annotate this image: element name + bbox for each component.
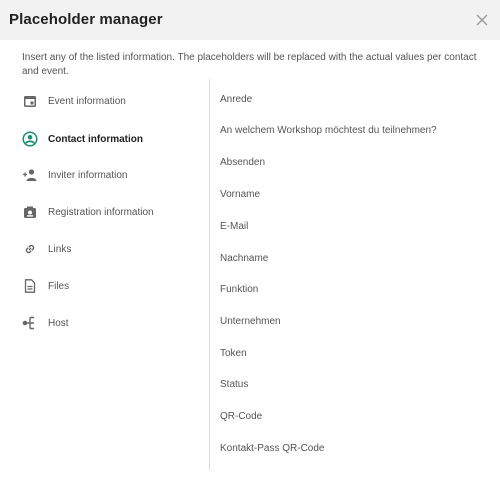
category-links[interactable]: Links: [14, 236, 204, 262]
host-tree-icon: [22, 315, 38, 331]
placeholder-item[interactable]: Vorname: [220, 189, 260, 200]
placeholder-item[interactable]: Nachname: [220, 253, 268, 264]
registration-card-icon: [22, 204, 38, 220]
placeholder-item[interactable]: Status: [220, 379, 248, 390]
link-icon: [22, 241, 38, 257]
person-add-icon: [22, 167, 38, 183]
category-label: Registration information: [48, 206, 154, 218]
category-label: Links: [48, 243, 72, 255]
category-label: Event information: [48, 95, 126, 107]
category-label: Contact information: [48, 133, 143, 145]
placeholder-item[interactable]: Token: [220, 348, 247, 359]
account-circle-icon: [22, 131, 38, 147]
placeholder-item[interactable]: Absenden: [220, 157, 265, 168]
dialog-header: Placeholder manager: [0, 0, 500, 40]
category-label: Host: [48, 317, 69, 329]
category-contact-information[interactable]: Contact information: [14, 126, 204, 152]
category-label: Inviter information: [48, 169, 128, 181]
calendar-icon: [22, 93, 38, 109]
category-registration-information[interactable]: Registration information: [14, 199, 204, 225]
dialog-description: Insert any of the listed information. Th…: [22, 52, 477, 77]
category-host[interactable]: Host: [14, 310, 204, 336]
category-files[interactable]: Files: [14, 273, 204, 299]
placeholder-item[interactable]: Kontakt-Pass QR-Code: [220, 443, 325, 454]
placeholder-item[interactable]: E-Mail: [220, 221, 248, 232]
category-inviter-information[interactable]: Inviter information: [14, 162, 204, 188]
category-label: Files: [48, 280, 70, 292]
dialog-title: Placeholder manager: [9, 11, 163, 28]
placeholder-item[interactable]: An welchem Workshop möchtest du teilnehm…: [220, 125, 437, 136]
category-event-information[interactable]: Event information: [14, 88, 204, 114]
placeholder-item[interactable]: Anrede: [220, 94, 252, 105]
file-icon: [22, 278, 38, 294]
placeholder-item[interactable]: Unternehmen: [220, 316, 281, 327]
placeholder-item[interactable]: QR-Code: [220, 411, 262, 422]
placeholder-item[interactable]: Funktion: [220, 284, 258, 295]
column-divider: [209, 79, 210, 470]
close-icon[interactable]: [474, 12, 490, 28]
